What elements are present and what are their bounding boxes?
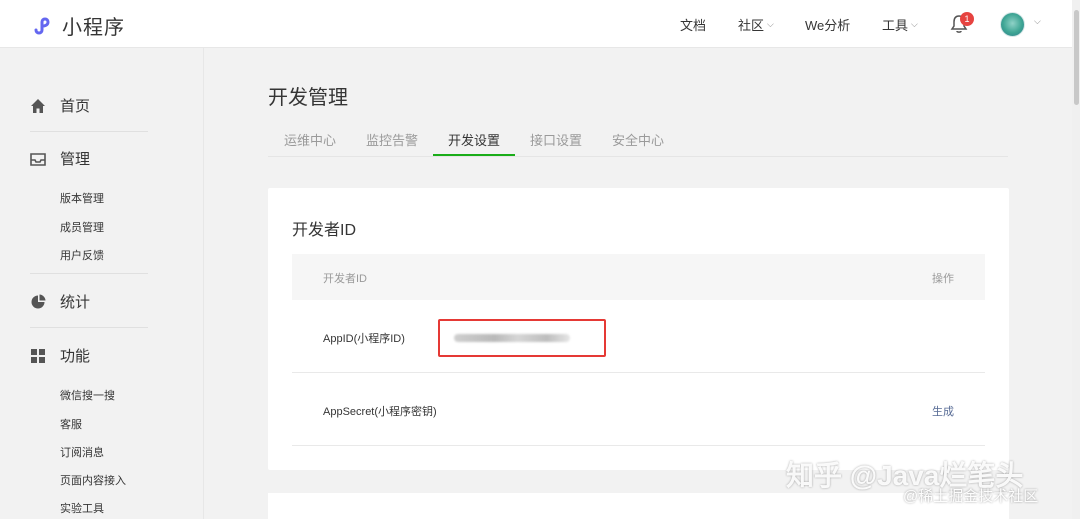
sidebar-subitem-feedback[interactable]: 用户反馈 [60, 247, 104, 263]
card-title: 开发者ID [292, 222, 357, 239]
divider [30, 131, 148, 132]
sidebar-item-label: 功能 [60, 348, 91, 365]
logo-text: 小程序 [62, 17, 125, 39]
sidebar-item-label: 管理 [60, 151, 91, 168]
sidebar-item-features[interactable]: 功能 [30, 345, 90, 366]
chevron-down-icon[interactable]: ⌵ [1034, 16, 1041, 27]
tab-dev-settings[interactable]: 开发设置 [448, 130, 500, 149]
appsecret-label: AppSecret(小程序密钥) [323, 406, 437, 418]
nav-community[interactable]: 社区 ⌵ [738, 0, 774, 48]
watermark-juejin: @稀土掘金技术社区 [903, 488, 1039, 505]
chevron-down-icon: ⌵ [911, 18, 918, 29]
sidebar-subitem-members[interactable]: 成员管理 [60, 219, 104, 235]
tab-security-center[interactable]: 安全中心 [612, 130, 664, 149]
nav-we-analytics[interactable]: We分析 [805, 0, 850, 48]
scrollbar-thumb[interactable] [1074, 10, 1079, 105]
table-header: 开发者ID 操作 [292, 254, 985, 300]
table-row: AppID(小程序ID) [292, 300, 985, 373]
sidebar-subitem-version[interactable]: 版本管理 [60, 190, 104, 206]
tab-bar: 运维中心 监控告警 开发设置 接口设置 安全中心 [268, 130, 1008, 157]
top-bar: 小程序 文档 社区 ⌵ We分析 工具 ⌵ 1 ⌵ [0, 0, 1080, 48]
page-title: 开发管理 [268, 87, 348, 109]
mini-program-logo-icon [31, 13, 55, 38]
sidebar-subitem-experiment[interactable]: 实验工具 [60, 500, 104, 516]
inbox-icon [30, 152, 46, 166]
table-row: AppSecret(小程序密钥) 生成 [292, 373, 985, 446]
sidebar-item-label: 首页 [60, 98, 91, 115]
highlight-box [438, 319, 606, 357]
nav-docs[interactable]: 文档 [680, 0, 706, 48]
sidebar-item-home[interactable]: 首页 [30, 95, 90, 116]
notification-badge: 1 [960, 12, 974, 26]
developer-id-card: 开发者ID 开发者ID 操作 AppID(小程序ID) AppSecret(小程… [268, 188, 1009, 470]
nav-community-label: 社区 [738, 17, 765, 33]
generate-secret-link[interactable]: 生成 [932, 403, 954, 419]
grid-icon [31, 348, 45, 363]
column-header-developer-id: 开发者ID [323, 273, 367, 285]
logo[interactable]: 小程序 [30, 11, 125, 40]
sidebar-subitem-subscription[interactable]: 订阅消息 [60, 444, 104, 460]
sidebar-subitem-page-content[interactable]: 页面内容接入 [60, 472, 126, 488]
sidebar-item-label: 统计 [60, 294, 91, 311]
avatar[interactable] [1000, 12, 1025, 37]
column-header-action: 操作 [932, 273, 954, 285]
sidebar: 首页 管理 版本管理 成员管理 用户反馈 统计 功能 微信搜一搜 客服 订阅消息… [0, 48, 204, 519]
nav-tools-label: 工具 [882, 17, 909, 33]
sidebar-item-manage[interactable]: 管理 [30, 148, 90, 169]
tab-monitoring[interactable]: 监控告警 [366, 130, 418, 149]
sidebar-item-stats[interactable]: 统计 [30, 291, 90, 312]
home-icon [31, 98, 45, 113]
active-tab-indicator [433, 154, 515, 156]
chevron-down-icon: ⌵ [767, 18, 774, 29]
next-card [268, 493, 1009, 519]
nav-we-analytics-label: We分析 [805, 17, 851, 33]
pie-chart-icon [31, 294, 46, 308]
tab-api-settings[interactable]: 接口设置 [530, 130, 582, 149]
sidebar-subitem-customer-service[interactable]: 客服 [60, 416, 82, 432]
appid-label: AppID(小程序ID) [323, 333, 405, 345]
divider [30, 327, 148, 328]
nav-tools[interactable]: 工具 ⌵ [882, 0, 918, 48]
tab-ops-center[interactable]: 运维中心 [284, 130, 336, 149]
divider [30, 273, 148, 274]
nav-docs-label: 文档 [680, 17, 707, 33]
sidebar-subitem-wechat-search[interactable]: 微信搜一搜 [60, 387, 115, 403]
